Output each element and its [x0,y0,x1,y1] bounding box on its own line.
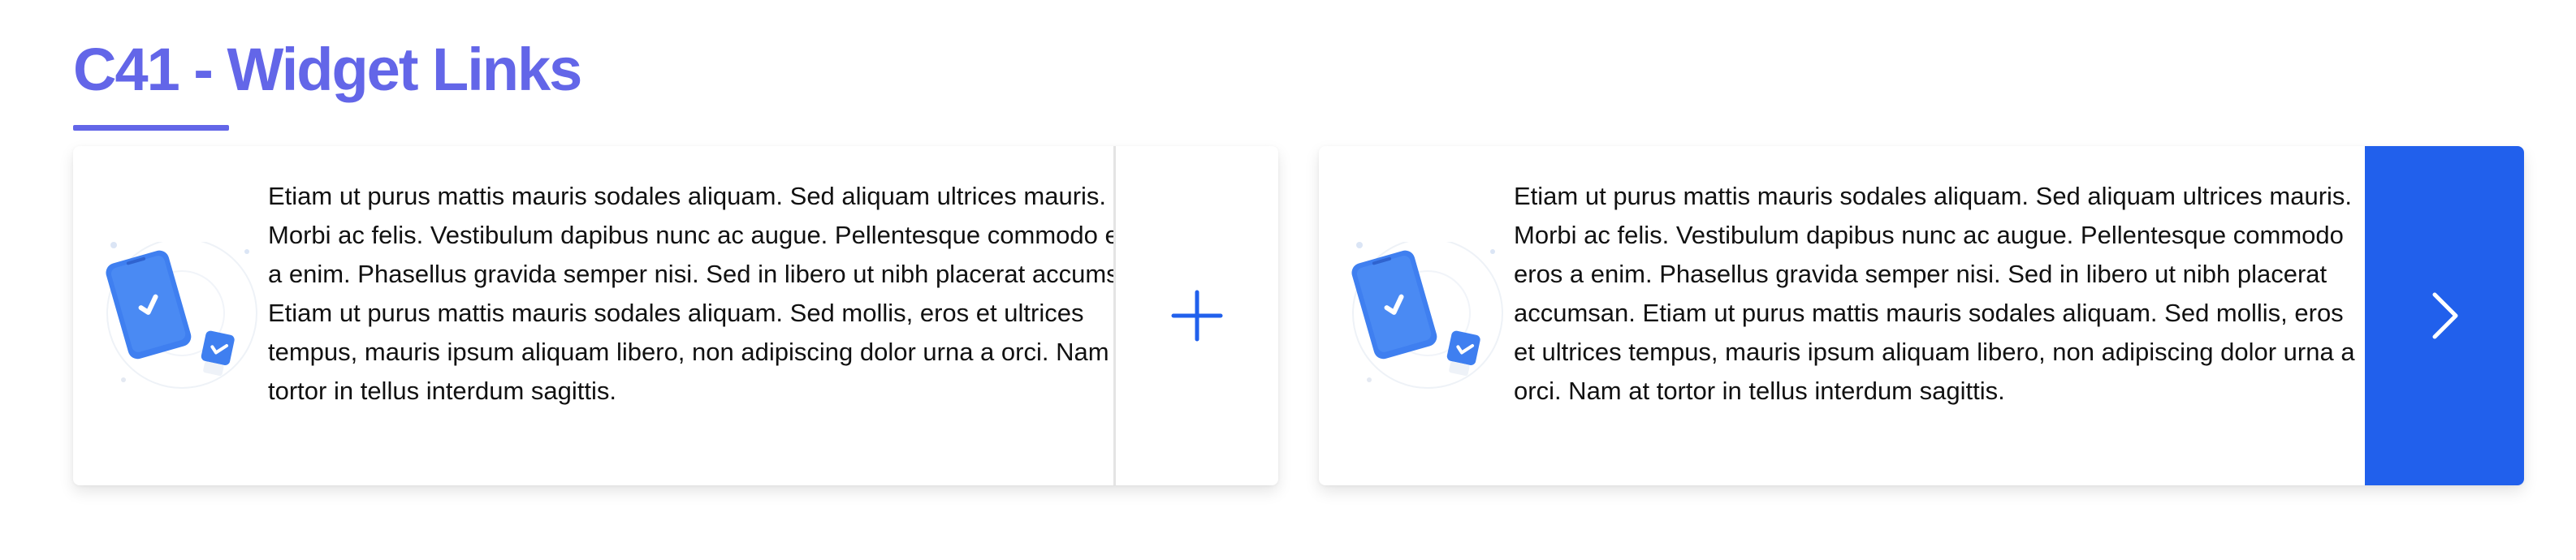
title-underline [73,125,229,131]
chevron-right-icon [2432,292,2458,339]
widget-links-page: C41 - Widget Links Etiam ut purus mattis… [0,0,2576,560]
widget-link-card[interactable]: Etiam ut purus mattis mauris sodales ali… [1319,146,2524,485]
add-button[interactable] [1113,146,1278,485]
widget-link-card[interactable]: Etiam ut purus mattis mauris sodales ali… [73,146,1278,485]
page-title: C41 - Widget Links [73,36,582,103]
open-link-button[interactable] [2365,146,2524,485]
widget-description: Etiam ut purus mattis mauris sodales ali… [268,182,1154,405]
widget-description: Etiam ut purus mattis mauris sodales ali… [1514,182,2355,405]
plus-icon [1171,290,1223,342]
